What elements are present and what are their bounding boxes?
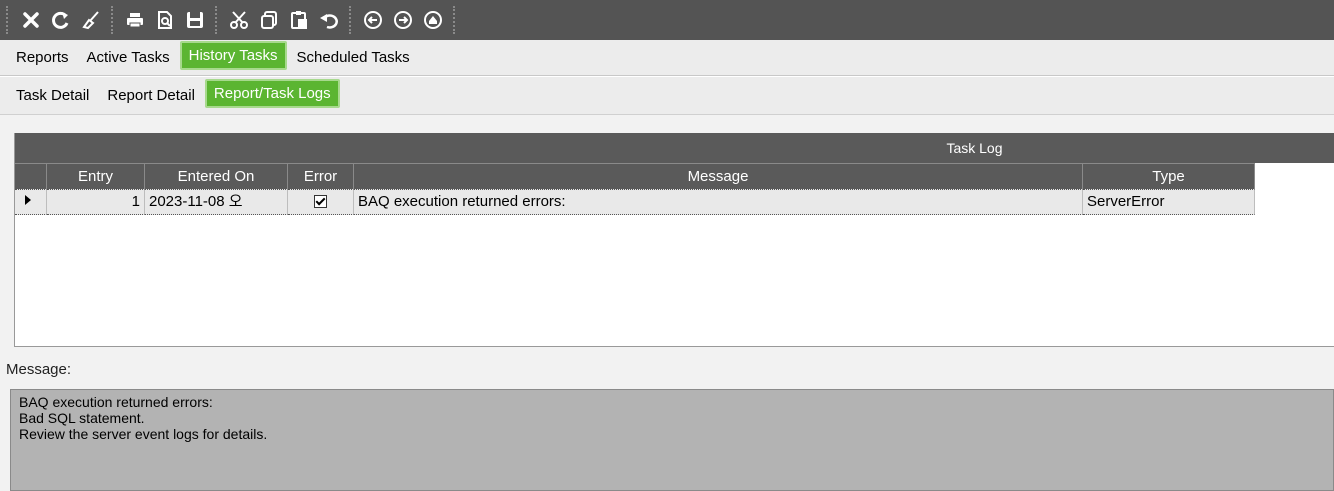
column-header-entered-on[interactable]: Entered On xyxy=(145,163,288,189)
toolbar-grip[interactable] xyxy=(6,6,12,34)
row-selector[interactable] xyxy=(15,189,47,215)
undo-icon[interactable] xyxy=(314,4,344,36)
column-header-entry[interactable]: Entry xyxy=(47,163,145,189)
cell-message[interactable]: BAQ execution returned errors: xyxy=(354,189,1083,215)
cell-entered-on[interactable]: 2023-11-08 오 xyxy=(145,189,288,215)
column-header-error[interactable]: Error xyxy=(288,163,354,189)
print-preview-icon[interactable] xyxy=(150,4,180,36)
tab-reports[interactable]: Reports xyxy=(8,44,77,71)
task-log-grid[interactable]: Task Log Entry Entered On Error Message … xyxy=(14,133,1334,347)
sub-tab-bar: Task Detail Report Detail Report/Task Lo… xyxy=(0,77,1334,115)
error-checkbox[interactable] xyxy=(314,195,327,208)
message-line: Bad SQL statement. xyxy=(19,410,145,426)
tab-scheduled-tasks[interactable]: Scheduled Tasks xyxy=(289,44,418,71)
back-icon[interactable] xyxy=(358,4,388,36)
print-icon[interactable] xyxy=(120,4,150,36)
save-icon[interactable] xyxy=(180,4,210,36)
message-label: Message: xyxy=(6,361,72,378)
main-tab-bar: Reports Active Tasks History Tasks Sched… xyxy=(0,40,1334,76)
home-icon[interactable] xyxy=(418,4,448,36)
copy-icon[interactable] xyxy=(254,4,284,36)
message-line: BAQ execution returned errors: xyxy=(19,394,213,410)
tab-report-detail[interactable]: Report Detail xyxy=(99,82,203,109)
toolbar-separator xyxy=(215,6,219,34)
grid-title: Task Log xyxy=(15,133,1334,163)
toolbar xyxy=(0,0,1334,40)
forward-icon[interactable] xyxy=(388,4,418,36)
column-header-message[interactable]: Message xyxy=(354,163,1083,189)
tab-task-detail[interactable]: Task Detail xyxy=(8,82,97,109)
tab-report-task-logs[interactable]: Report/Task Logs xyxy=(204,79,340,108)
toolbar-separator xyxy=(349,6,353,34)
cell-error[interactable] xyxy=(288,189,354,215)
row-pointer-icon xyxy=(25,195,31,205)
paste-icon[interactable] xyxy=(284,4,314,36)
broom-icon[interactable] xyxy=(76,4,106,36)
table-row[interactable]: 1 2023-11-08 오 BAQ execution returned er… xyxy=(15,189,1334,215)
grid-header: Entry Entered On Error Message Type xyxy=(15,163,1334,189)
toolbar-separator xyxy=(111,6,115,34)
cut-icon[interactable] xyxy=(224,4,254,36)
row-selector-header xyxy=(15,163,47,189)
column-header-type[interactable]: Type xyxy=(1083,163,1255,189)
cell-entry[interactable]: 1 xyxy=(47,189,145,215)
clear-icon[interactable] xyxy=(16,4,46,36)
toolbar-separator xyxy=(453,6,457,34)
message-line: Review the server event logs for details… xyxy=(19,426,268,442)
message-textbox[interactable]: BAQ execution returned errors: Bad SQL s… xyxy=(10,389,1334,491)
cell-type[interactable]: ServerError xyxy=(1083,189,1255,215)
tab-active-tasks[interactable]: Active Tasks xyxy=(79,44,178,71)
tab-history-tasks[interactable]: History Tasks xyxy=(179,41,287,70)
refresh-icon[interactable] xyxy=(46,4,76,36)
